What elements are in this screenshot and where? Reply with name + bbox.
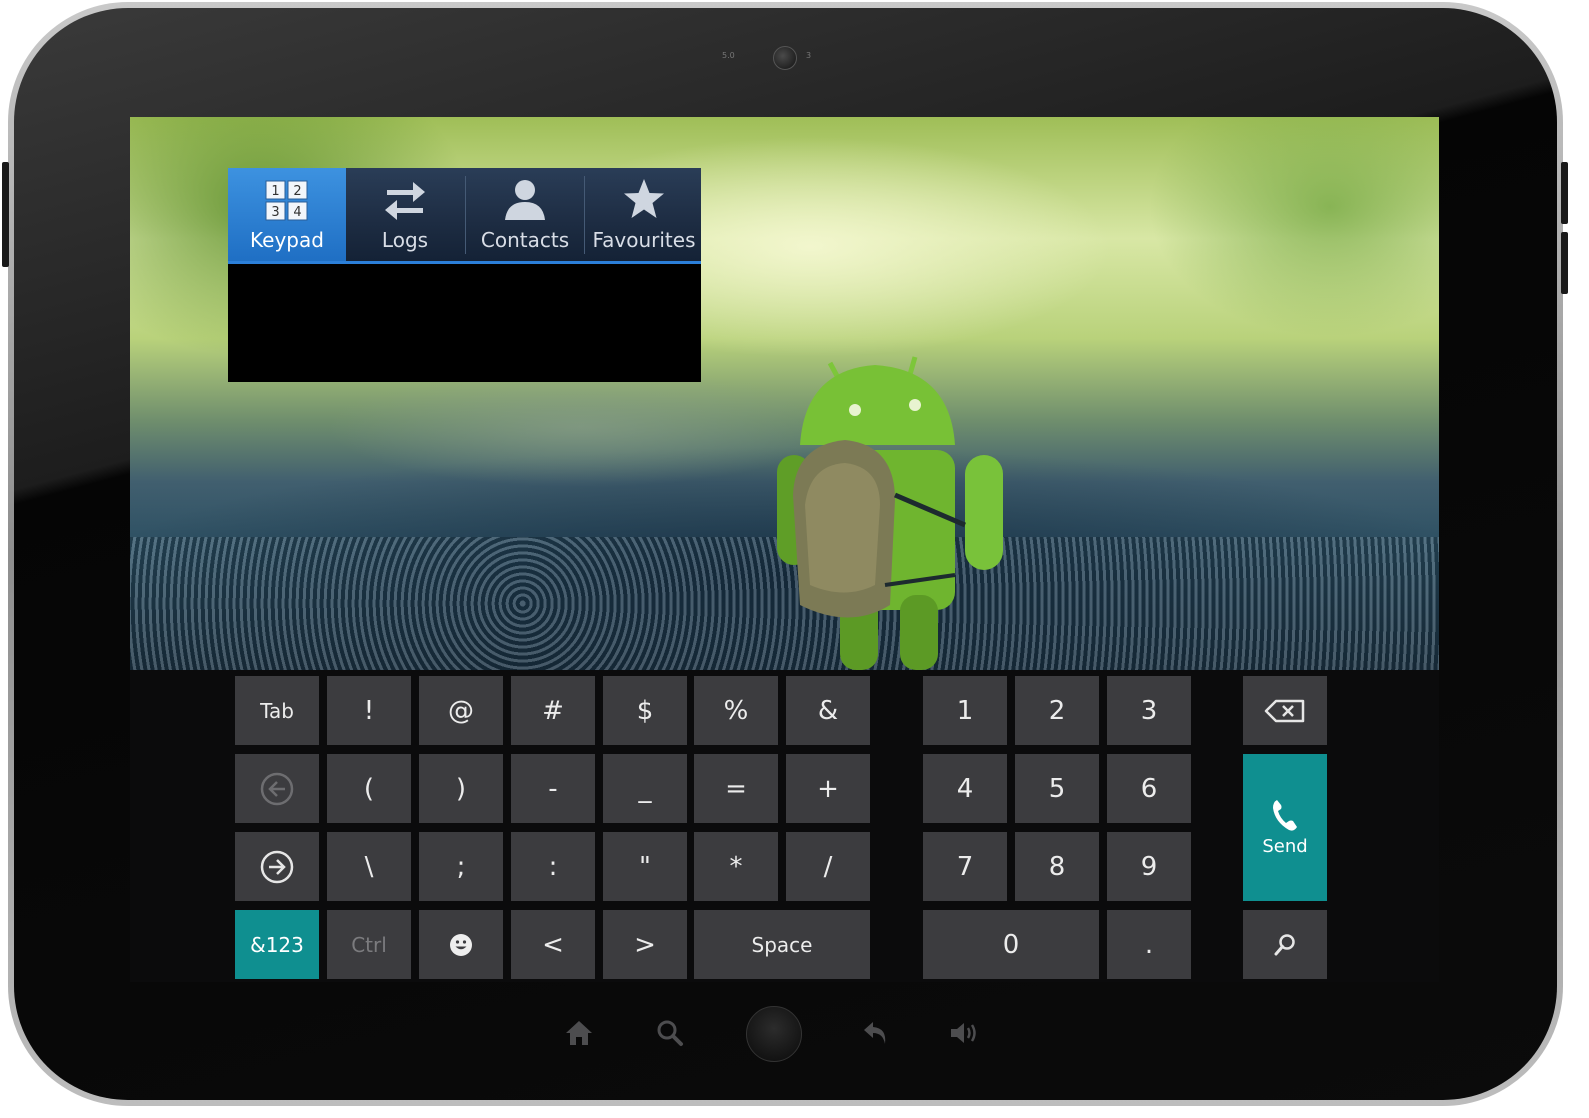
tab-favourites-label: Favourites [592,228,696,252]
keypad-icon-digit: 3 [271,205,279,220]
key-percent[interactable]: % [694,676,778,745]
numpad-key-0[interactable]: 0 [923,910,1099,979]
tab-keypad[interactable]: 1 2 3 4 Keypad [228,168,346,261]
tab-logs[interactable]: Logs [346,168,464,261]
key-underscore[interactable]: _ [603,754,687,823]
search-icon [1274,933,1295,955]
key-less-than[interactable]: < [511,910,595,979]
key-emoji[interactable] [419,910,503,979]
dialer-display [228,264,701,382]
key-backspace[interactable] [1243,676,1327,745]
keypad-icon: 1 2 3 4 [228,178,346,222]
numpad-key-7[interactable]: 7 [923,832,1007,901]
camera-label-right: 3 [806,51,812,60]
tab-logs-label: Logs [381,228,429,252]
numpad-key-9[interactable]: 9 [1107,832,1191,901]
key-hash[interactable]: # [511,676,595,745]
send-label: Send [1262,836,1308,857]
key-exclamation[interactable]: ! [327,676,411,745]
front-camera [773,46,797,70]
numpad-key-3[interactable]: 3 [1107,676,1191,745]
key-search[interactable] [1243,910,1327,979]
key-dollar[interactable]: $ [603,676,687,745]
key-equals[interactable]: = [694,754,778,823]
key-paren-open[interactable]: ( [327,754,411,823]
star-icon [585,178,703,222]
keypad-icon-digit: 4 [293,205,301,220]
swap-arrows-icon [346,178,464,222]
power-button [1561,162,1568,224]
key-slash[interactable]: / [786,832,870,901]
numpad-key-6[interactable]: 6 [1107,754,1191,823]
dialer-panel: 1 2 3 4 Keypad Logs Contacts Favourites [228,168,701,382]
key-ampersand[interactable]: & [786,676,870,745]
send-button[interactable]: Send [1243,754,1327,901]
arrow-left-circle-icon [260,772,294,805]
keypad-icon-digit: 2 [293,184,301,199]
key-asterisk[interactable]: * [694,832,778,901]
key-at[interactable]: @ [419,676,503,745]
arrow-right-circle-icon [260,850,294,883]
tab-bar: 1 2 3 4 Keypad Logs Contacts Favourites [228,168,701,264]
volume-icon[interactable] [948,1018,980,1048]
phone-icon [1273,800,1297,831]
tab-contacts-label: Contacts [480,228,570,252]
android-robot-illustration [777,356,1003,670]
key-backslash[interactable]: \ [327,832,411,901]
key-space[interactable]: Space [694,910,870,979]
side-button [1561,232,1568,294]
tab-keypad-label: Keypad [250,228,324,252]
numpad-key-2[interactable]: 2 [1015,676,1099,745]
tab-contacts[interactable]: Contacts [466,168,584,261]
numpad-key-4[interactable]: 4 [923,754,1007,823]
key-paren-close[interactable]: ) [419,754,503,823]
key-quote[interactable]: " [603,832,687,901]
key-colon[interactable]: : [511,832,595,901]
key-cursor-right[interactable] [235,832,319,901]
hardware-home-button[interactable] [746,1006,802,1062]
key-minus[interactable]: - [511,754,595,823]
numpad-key-dot[interactable]: . [1107,910,1191,979]
volume-button [2,162,9,267]
numpad-key-1[interactable]: 1 [923,676,1007,745]
on-screen-keyboard: Tab ! @ # $ % & ( ) - _ = + \ ; : " * / … [130,670,1439,982]
person-icon [466,178,584,222]
keypad-icon-digit: 1 [271,184,279,199]
key-tab[interactable]: Tab [235,676,319,745]
key-ctrl[interactable]: Ctrl [327,910,411,979]
screen: 1 2 3 4 Keypad Logs Contacts Favourites … [130,117,1439,982]
key-symbols-toggle[interactable]: &123 [235,910,319,979]
tab-favourites[interactable]: Favourites [585,168,703,261]
numpad-key-5[interactable]: 5 [1015,754,1099,823]
key-semicolon[interactable]: ; [419,832,503,901]
key-plus[interactable]: + [786,754,870,823]
home-icon[interactable] [564,1018,594,1048]
search-nav-icon[interactable] [655,1018,685,1048]
camera-label-left: 5.0 [722,51,735,60]
key-greater-than[interactable]: > [603,910,687,979]
key-cursor-left[interactable] [235,754,319,823]
back-icon[interactable] [861,1018,891,1048]
numpad-key-8[interactable]: 8 [1015,832,1099,901]
backspace-icon [1264,699,1305,722]
smiley-icon [450,933,472,956]
